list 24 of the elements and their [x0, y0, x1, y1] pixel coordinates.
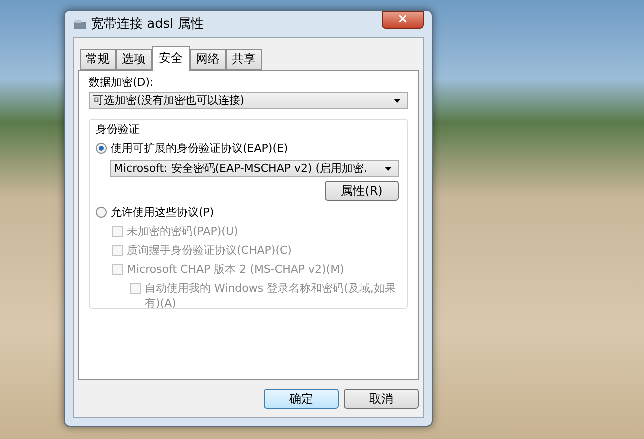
encryption-label: 数据加密(D): — [89, 75, 155, 90]
properties-button[interactable]: 属性(R) — [325, 181, 399, 201]
tab[interactable]: 选项 — [116, 49, 152, 70]
checkbox-label: 质询握手身份验证协议(CHAP)(C) — [127, 243, 292, 258]
dropdown-caret-icon — [385, 166, 392, 170]
cancel-button[interactable]: 取消 — [344, 389, 419, 409]
checkbox-label: 自动使用我的 Windows 登录名称和密码(及域,如果有)(A) — [145, 281, 397, 311]
window-title: 宽带连接 adsl 属性 — [91, 16, 205, 33]
radio-button[interactable] — [96, 143, 107, 154]
network-icon — [73, 18, 87, 30]
tab[interactable]: 网络 — [190, 49, 226, 70]
radio-label: 允许使用这些协议(P) — [111, 205, 214, 220]
group-title: 身份验证 — [96, 122, 141, 137]
radio-label: 使用可扩展的身份验证协议(EAP)(E) — [111, 141, 288, 156]
tab[interactable]: 共享 — [226, 49, 262, 70]
tab[interactable]: 常规 — [80, 49, 116, 70]
encryption-dropdown[interactable]: 可选加密(没有加密也可以连接) — [89, 92, 408, 109]
tab[interactable]: 安全 — [152, 46, 190, 71]
ok-button[interactable]: 确定 — [264, 389, 339, 409]
eap-dropdown[interactable]: Microsoft: 安全密码(EAP-MSCHAP v2) (启用加密. — [110, 160, 399, 177]
radio-button[interactable] — [96, 207, 107, 218]
checkbox-label: 未加密的密码(PAP)(U) — [127, 224, 238, 239]
checkbox-label: Microsoft CHAP 版本 2 (MS-CHAP v2)(M) — [127, 262, 344, 277]
dropdown-caret-icon — [394, 98, 401, 102]
